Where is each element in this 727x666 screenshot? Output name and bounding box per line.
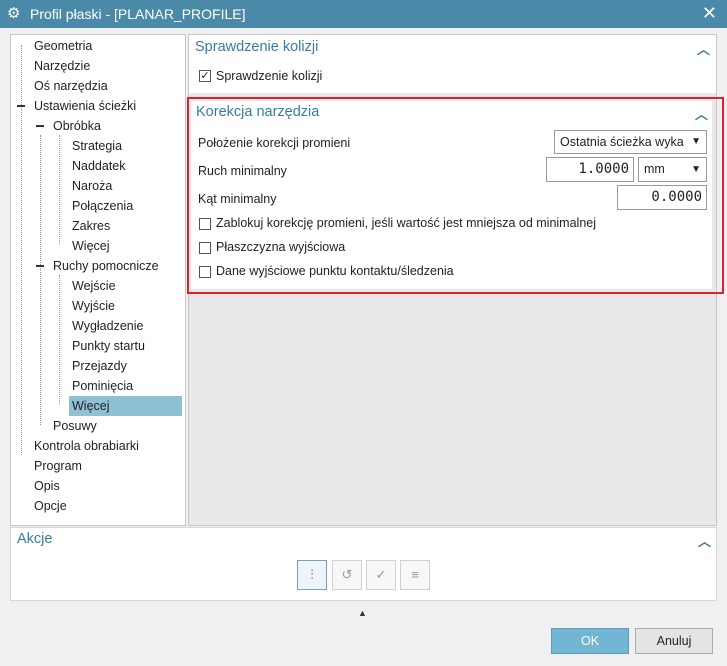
tree-item-wyjscie[interactable]: Wyjście <box>72 296 115 316</box>
close-icon[interactable]: ✕ <box>702 3 717 23</box>
collapse-icon[interactable] <box>17 105 25 107</box>
title-bar: ⚙ Profil płaski - [PLANAR_PROFILE] ✕ <box>0 0 727 28</box>
tree-item-wejscie[interactable]: Wejście <box>72 276 116 296</box>
actions-panel: Akcje ︿ ⫶ ↺ ✓ ≡ <box>10 527 717 601</box>
tree-item-strategia[interactable]: Strategia <box>72 136 122 156</box>
generate-toolpath-icon[interactable]: ⫶ <box>297 560 327 590</box>
tree-item-naddatek[interactable]: Naddatek <box>72 156 126 176</box>
tree-item-geometria[interactable]: Geometria <box>34 36 92 56</box>
splitter-up-icon[interactable]: ▲ <box>358 608 367 618</box>
tree-item-wiecej-obrobka[interactable]: Więcej <box>72 236 110 256</box>
collapse-icon[interactable] <box>36 125 44 127</box>
tree-item-przejazdy[interactable]: Przejazdy <box>72 356 127 376</box>
tree-item-opcje[interactable]: Opcje <box>34 496 67 516</box>
actions-title: Akcje <box>17 531 53 547</box>
tree-item-punkty-startu[interactable]: Punkty startu <box>72 336 145 356</box>
navigation-tree: Geometria Narzędzie Oś narzędzia Ustawie… <box>10 34 186 526</box>
tree-item-polaczenia[interactable]: Połączenia <box>72 196 133 216</box>
tree-item-wiecej-selected[interactable]: Więcej <box>69 396 182 416</box>
tree-line <box>59 135 60 245</box>
tree-item-ruchy-pomocnicze[interactable]: Ruchy pomocnicze <box>53 256 159 276</box>
collision-group-title: Sprawdzenie kolizji <box>195 39 319 55</box>
collapse-icon[interactable] <box>36 265 44 267</box>
window-title: Profil płaski - [PLANAR_PROFILE] <box>30 6 246 22</box>
list-toolpath-icon[interactable]: ≡ <box>400 560 430 590</box>
tree-line <box>59 275 60 405</box>
tree-item-narzedzie[interactable]: Narzędzie <box>34 56 90 76</box>
chevron-up-icon[interactable]: ︿ <box>697 39 710 58</box>
verify-toolpath-icon[interactable]: ✓ <box>366 560 396 590</box>
tree-item-os-narzedzia[interactable]: Oś narzędzia <box>34 76 108 96</box>
collision-group: Sprawdzenie kolizji ︿ ✓ Sprawdzenie koli… <box>189 35 716 93</box>
highlight-frame <box>187 97 724 294</box>
tree-item-pominiecia[interactable]: Pominięcia <box>72 376 133 396</box>
tree-item-obrobka[interactable]: Obróbka <box>53 116 101 136</box>
tree-item-program[interactable]: Program <box>34 456 82 476</box>
tree-item-posuwy[interactable]: Posuwy <box>53 416 97 436</box>
chevron-up-icon[interactable]: ︿ <box>698 531 711 550</box>
gear-icon: ⚙ <box>7 5 21 22</box>
replay-toolpath-icon[interactable]: ↺ <box>332 560 362 590</box>
tree-item-wygladzenie[interactable]: Wygładzenie <box>72 316 143 336</box>
collision-checkbox-label: Sprawdzenie kolizji <box>216 69 323 83</box>
cancel-button[interactable]: Anuluj <box>635 628 713 654</box>
collision-checkbox[interactable]: ✓ <box>199 70 211 82</box>
tree-item-ustawienia-sciezki[interactable]: Ustawienia ścieżki <box>34 96 136 116</box>
tree-item-kontrola-obrabiarki[interactable]: Kontrola obrabiarki <box>34 436 139 456</box>
tree-item-naroza[interactable]: Naroża <box>72 176 112 196</box>
ok-button[interactable]: OK <box>551 628 629 654</box>
tree-line <box>40 135 41 425</box>
tree-item-zakres[interactable]: Zakres <box>72 216 110 236</box>
tree-item-opis[interactable]: Opis <box>34 476 60 496</box>
